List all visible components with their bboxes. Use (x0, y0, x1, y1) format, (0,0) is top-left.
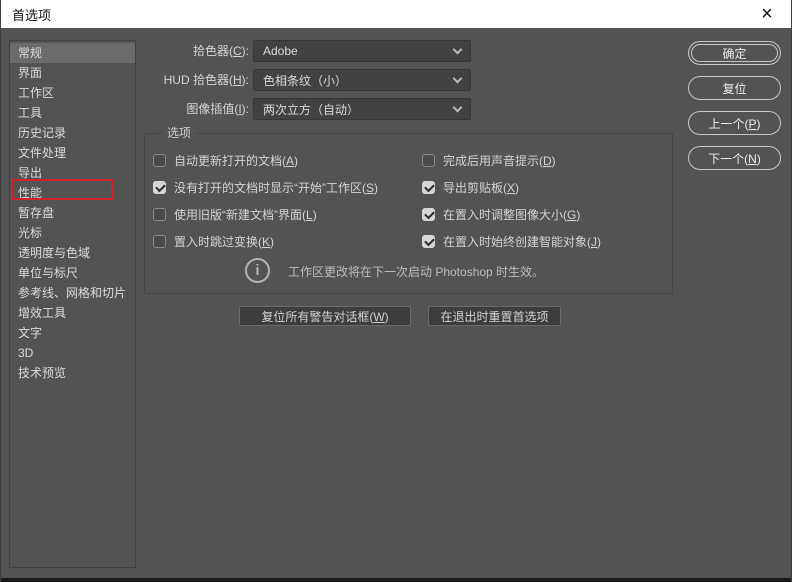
options-group-label: 选项 (162, 126, 197, 141)
sidebar-item-plug-ins[interactable]: 增效工具 (10, 303, 135, 323)
checkbox[interactable] (153, 234, 166, 248)
chevron-down-icon (452, 73, 463, 83)
sidebar-item-technology-previews[interactable]: 技术预览 (10, 363, 135, 383)
next-button[interactable]: 下一个(N) (688, 146, 781, 170)
color-picker-label: 拾色器(C): (192, 44, 249, 58)
hud-color-picker-value: 色相条纹（小） (263, 73, 348, 88)
checkbox-beep-when-done[interactable]: 完成后用声音提示(D) (422, 152, 556, 168)
workspace-restart-note: 工作区更改将在下一次启动 Photoshop 时生效。 (288, 264, 545, 279)
sidebar-item-file-handling[interactable]: 文件处理 (10, 143, 135, 163)
image-interpolation-select[interactable]: 两次立方（自动） (253, 98, 471, 120)
sidebar-item-performance[interactable]: 性能 (10, 183, 135, 203)
dialog-body: 常规 界面 工作区 工具 历史记录 文件处理 导出 性能 暂存盘 光标 透明度与… (1, 28, 791, 578)
sidebar-item-guides-grid-slices[interactable]: 参考线、网格和切片 (10, 283, 135, 303)
checkbox[interactable] (153, 153, 166, 167)
checkbox-always-create-smart-objects[interactable]: 在置入时始终创建智能对象(J) (422, 233, 601, 249)
sidebar-item-type[interactable]: 文字 (10, 323, 135, 343)
image-interpolation-value: 两次立方（自动） (263, 102, 360, 117)
checkbox[interactable] (422, 180, 435, 194)
hud-color-picker-select[interactable]: 色相条纹（小） (253, 69, 471, 91)
checkbox-legacy-new-document[interactable]: 使用旧版“新建文档”界面(L) (153, 206, 317, 222)
sidebar-item-transparency-gamut[interactable]: 透明度与色域 (10, 243, 135, 263)
chevron-down-icon (452, 102, 463, 112)
checkbox[interactable] (153, 180, 166, 194)
dialog-title: 首选项 (12, 7, 52, 23)
color-picker-value: Adobe (263, 44, 298, 58)
close-icon[interactable]: × (752, 0, 782, 28)
color-picker-select[interactable]: Adobe (253, 40, 471, 62)
window-titlebar: 首选项 × (1, 0, 791, 28)
checkbox[interactable] (422, 234, 435, 248)
sidebar-item-export[interactable]: 导出 (10, 163, 135, 183)
checkbox-auto-update-open-documents[interactable]: 自动更新打开的文档(A) (153, 152, 298, 168)
sidebar-item-cursors[interactable]: 光标 (10, 223, 135, 243)
info-icon: i (245, 258, 270, 283)
window-bottom-edge (1, 578, 791, 582)
sidebar-item-scratch-disks[interactable]: 暂存盘 (10, 203, 135, 223)
checkbox[interactable] (422, 153, 435, 167)
checkbox-show-start-workspace[interactable]: 没有打开的文档时显示“开始”工作区(S) (153, 179, 378, 195)
reset-preferences-on-quit-button[interactable]: 在退出时重置首选项 (428, 306, 561, 326)
ok-button[interactable]: 确定 (688, 41, 781, 65)
checkbox-skip-transform-when-placing[interactable]: 置入时跳过变换(K) (153, 233, 274, 249)
sidebar-item-3d[interactable]: 3D (10, 343, 135, 363)
prev-button[interactable]: 上一个(P) (688, 111, 781, 135)
checkbox[interactable] (153, 207, 166, 221)
checkbox-export-clipboard[interactable]: 导出剪贴板(X) (422, 179, 519, 195)
sidebar-item-history-log[interactable]: 历史记录 (10, 123, 135, 143)
hud-color-picker-label: HUD 拾色器(H): (163, 73, 249, 87)
checkbox-resize-image-during-place[interactable]: 在置入时调整图像大小(G) (422, 206, 580, 222)
reset-all-warning-dialogs-button[interactable]: 复位所有警告对话框(W) (239, 306, 411, 326)
checkbox[interactable] (422, 207, 435, 221)
chevron-down-icon (452, 44, 463, 54)
image-interpolation-label: 图像插值(I): (186, 102, 249, 116)
preferences-dialog: 首选项 × 常规 界面 工作区 工具 历史记录 文件处理 导出 性能 暂存盘 光… (0, 0, 792, 582)
sidebar-item-units-rulers[interactable]: 单位与标尺 (10, 263, 135, 283)
reset-button[interactable]: 复位 (688, 76, 781, 100)
